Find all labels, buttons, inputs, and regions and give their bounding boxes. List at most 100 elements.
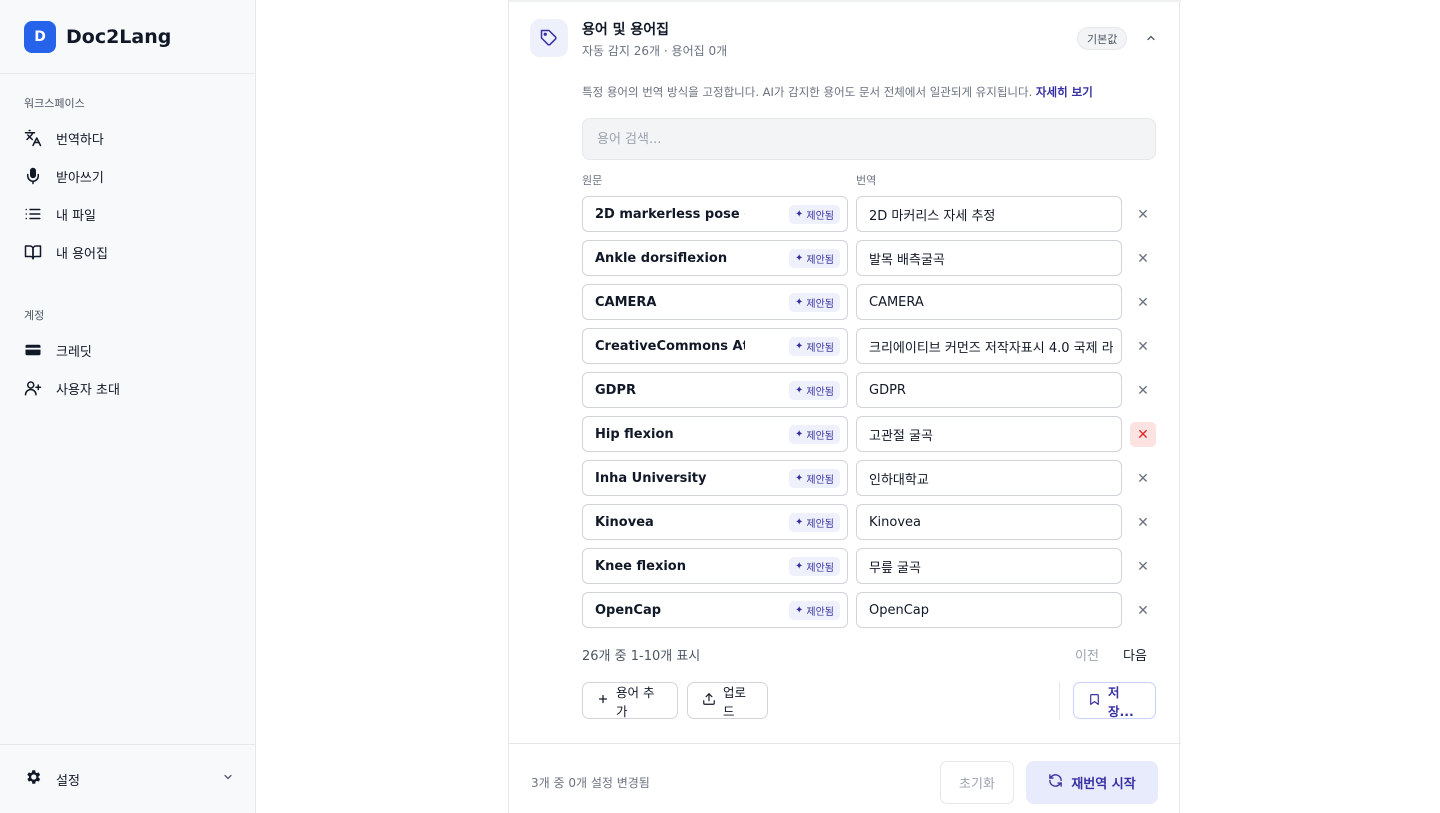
- suggested-badge: ✦ 제안됨: [789, 601, 840, 620]
- close-icon: ✕: [1137, 602, 1149, 619]
- suggested-label: 제안됨: [806, 299, 834, 310]
- target-term-field[interactable]: 크리에이티브 커먼즈 저작자표시 4.0 국제 라이: [856, 328, 1122, 364]
- collapse-button[interactable]: [1141, 28, 1161, 48]
- suggested-badge: ✦ 제안됨: [789, 205, 840, 224]
- microphone-icon: [24, 167, 42, 185]
- term-row: Kinovea ✦ 제안됨 Kinovea ✕: [582, 504, 1172, 548]
- refresh-icon: [1048, 773, 1063, 792]
- suggested-label: 제안됨: [806, 475, 834, 486]
- translate-icon: [24, 129, 42, 147]
- sparkle-icon: ✦: [795, 517, 804, 528]
- account-section-label: 계정: [24, 309, 45, 322]
- target-term-field[interactable]: 무릎 굴곡: [856, 548, 1122, 584]
- target-term-field[interactable]: CAMERA: [856, 284, 1122, 320]
- footer-divider: [509, 743, 1181, 744]
- term-row: Hip flexion ✦ 제안됨 고관절 굴곡 ✕: [582, 416, 1172, 460]
- delete-term-button[interactable]: ✕: [1130, 378, 1156, 403]
- plus-icon: [597, 693, 609, 708]
- sparkle-icon: ✦: [795, 561, 804, 572]
- sidebar-item-label: 받아쓰기: [56, 170, 104, 186]
- suggested-label: 제안됨: [806, 387, 834, 398]
- suggested-badge: ✦ 제안됨: [789, 293, 840, 312]
- sidebar-item-label: 크레딧: [56, 344, 92, 360]
- target-term-field[interactable]: GDPR: [856, 372, 1122, 408]
- sidebar-item-translate[interactable]: 번역하다: [24, 123, 234, 153]
- source-term-field[interactable]: Knee flexion ✦ 제안됨: [582, 548, 848, 584]
- brand[interactable]: D Doc2Lang: [24, 21, 171, 53]
- source-term-field[interactable]: CAMERA ✦ 제안됨: [582, 284, 848, 320]
- pagination-next-button[interactable]: 다음: [1123, 645, 1147, 664]
- delete-term-button[interactable]: ✕: [1130, 510, 1156, 535]
- section-description: 특정 용어의 번역 방식을 고정합니다. AI가 감지한 용어도 문서 전체에서…: [582, 84, 1093, 100]
- suggested-badge: ✦ 제안됨: [789, 381, 840, 400]
- suggested-badge: ✦ 제안됨: [789, 249, 840, 268]
- sidebar-item-dictation[interactable]: 받아쓰기: [24, 161, 234, 191]
- upload-button[interactable]: 업로드: [687, 682, 768, 719]
- panel-top-border: [509, 0, 1181, 2]
- add-term-label: 용어 추가: [616, 684, 655, 719]
- source-term-text: CAMERA: [595, 294, 657, 310]
- chevron-up-icon: [1145, 29, 1157, 48]
- term-search-input[interactable]: [582, 118, 1156, 160]
- close-icon: ✕: [1137, 426, 1149, 443]
- sidebar-item-my-glossary[interactable]: 내 용어집: [24, 237, 234, 267]
- learn-more-link[interactable]: 자세히 보기: [1036, 85, 1093, 99]
- delete-term-button[interactable]: ✕: [1130, 466, 1156, 491]
- target-term-field[interactable]: OpenCap: [856, 592, 1122, 628]
- delete-term-button[interactable]: ✕: [1130, 246, 1156, 271]
- source-term-text: 2D markerless pose e: [595, 206, 745, 222]
- source-term-field[interactable]: Hip flexion ✦ 제안됨: [582, 416, 848, 452]
- suggested-badge: ✦ 제안됨: [789, 513, 840, 532]
- suggested-label: 제안됨: [806, 343, 834, 354]
- close-icon: ✕: [1137, 206, 1149, 223]
- target-term-text: GDPR: [869, 382, 906, 398]
- target-term-field[interactable]: Kinovea: [856, 504, 1122, 540]
- target-term-text: 크리에이티브 커먼즈 저작자표시 4.0 국제 라이: [869, 340, 1113, 356]
- source-term-field[interactable]: OpenCap ✦ 제안됨: [582, 592, 848, 628]
- term-row: CreativeCommons At ✦ 제안됨 크리에이티브 커먼즈 저작자표시 …: [582, 328, 1172, 372]
- delete-term-button[interactable]: ✕: [1130, 598, 1156, 623]
- source-term-field[interactable]: 2D markerless pose e ✦ 제안됨: [582, 196, 848, 232]
- close-icon: ✕: [1137, 294, 1149, 311]
- source-term-field[interactable]: GDPR ✦ 제안됨: [582, 372, 848, 408]
- close-icon: ✕: [1137, 250, 1149, 267]
- source-term-field[interactable]: Ankle dorsiflexion ✦ 제안됨: [582, 240, 848, 276]
- target-term-field[interactable]: 2D 마커리스 자세 추정: [856, 196, 1122, 232]
- target-term-field[interactable]: 고관절 굴곡: [856, 416, 1122, 452]
- source-term-field[interactable]: Inha University ✦ 제안됨: [582, 460, 848, 496]
- delete-term-button[interactable]: ✕: [1130, 334, 1156, 359]
- default-badge: 기본값: [1077, 27, 1128, 50]
- sidebar-item-credits[interactable]: 크레딧: [24, 335, 234, 365]
- target-term-field[interactable]: 인하대학교: [856, 460, 1122, 496]
- suggested-label: 제안됨: [806, 607, 834, 618]
- delete-term-button[interactable]: ✕: [1130, 290, 1156, 315]
- target-term-text: 무릎 굴곡: [869, 560, 921, 576]
- sidebar-item-invite-user[interactable]: 사용자 초대: [24, 373, 234, 403]
- delete-term-button[interactable]: ✕: [1130, 422, 1156, 447]
- brand-name: Doc2Lang: [66, 26, 172, 48]
- sparkle-icon: ✦: [795, 473, 804, 484]
- target-term-text: 2D 마커리스 자세 추정: [869, 208, 996, 224]
- delete-term-button[interactable]: ✕: [1130, 554, 1156, 579]
- sidebar-settings[interactable]: 설정: [24, 765, 234, 793]
- target-term-text: 인하대학교: [869, 472, 929, 488]
- target-term-field[interactable]: 발목 배측굴곡: [856, 240, 1122, 276]
- sparkle-icon: ✦: [795, 341, 804, 352]
- delete-term-button[interactable]: ✕: [1130, 202, 1156, 227]
- source-term-text: CreativeCommons At: [595, 338, 745, 354]
- close-icon: ✕: [1137, 382, 1149, 399]
- add-term-button[interactable]: 용어 추가: [582, 682, 678, 719]
- pagination-prev-button[interactable]: 이전: [1075, 645, 1099, 664]
- save-glossary-button[interactable]: 저장...: [1073, 682, 1156, 719]
- close-icon: ✕: [1137, 558, 1149, 575]
- source-term-field[interactable]: CreativeCommons At ✦ 제안됨: [582, 328, 848, 364]
- source-term-field[interactable]: Kinovea ✦ 제안됨: [582, 504, 848, 540]
- target-term-text: 발목 배측굴곡: [869, 252, 945, 268]
- reset-button[interactable]: 초기화: [940, 761, 1014, 804]
- source-term-text: Hip flexion: [595, 426, 674, 442]
- sidebar-item-my-files[interactable]: 내 파일: [24, 199, 234, 229]
- close-icon: ✕: [1137, 514, 1149, 531]
- retranslate-button[interactable]: 재번역 시작: [1026, 761, 1158, 804]
- changes-status: 3개 중 0개 설정 변경됨: [531, 776, 650, 790]
- suggested-label: 제안됨: [806, 211, 834, 222]
